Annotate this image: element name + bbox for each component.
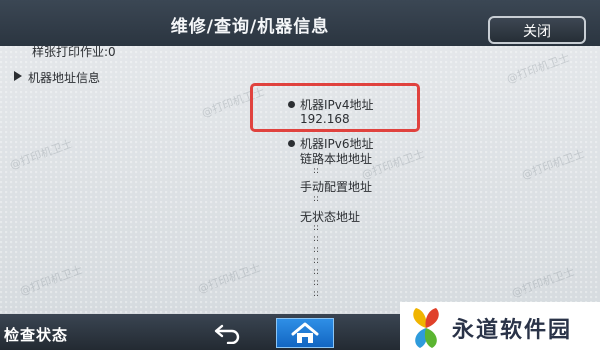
- watermark: @打印机卫士: [519, 147, 587, 182]
- bullet-icon: [288, 101, 295, 108]
- close-button[interactable]: 关闭: [488, 16, 586, 44]
- bullet-icon: [288, 140, 295, 147]
- back-button[interactable]: [208, 320, 252, 345]
- watermark: @打印机卫士: [504, 51, 572, 86]
- triangle-right-icon[interactable]: [14, 71, 22, 81]
- ipv6-separator: ::: [313, 166, 320, 176]
- printer-screen: 维修/查询/机器信息 关闭 @打印机卫士 @打印机卫士 @打印机卫士 @打印机卫…: [0, 0, 600, 350]
- ipv6-separator: ::: [313, 245, 320, 255]
- sample-print-jobs: 样张打印作业:0: [32, 45, 116, 59]
- ipv6-separator: ::: [313, 194, 320, 204]
- watermark: @打印机卫士: [17, 263, 85, 298]
- ipv6-separator: ::: [313, 223, 320, 233]
- ipv6-separator: ::: [313, 278, 320, 288]
- machine-address-section[interactable]: 机器地址信息: [28, 69, 100, 86]
- home-button[interactable]: [276, 318, 334, 348]
- ipv6-link-local-label: 链路本地地址: [300, 152, 373, 166]
- ipv6-stateless-label: 无状态地址: [300, 210, 361, 224]
- check-status-button[interactable]: 检查状态: [4, 324, 68, 345]
- info-panel[interactable]: @打印机卫士 @打印机卫士 @打印机卫士 @打印机卫士 @打印机卫士 @打印机卫…: [0, 45, 600, 314]
- watermark: @打印机卫士: [195, 261, 263, 296]
- ipv6-manual-label: 手动配置地址: [300, 180, 373, 194]
- ipv6-separator: ::: [313, 267, 320, 277]
- watermark: @打印机卫士: [509, 265, 577, 300]
- ipv6-separator: ::: [313, 256, 320, 266]
- ipv4-label: 机器IPv4地址: [300, 98, 374, 112]
- back-arrow-icon: [214, 324, 240, 345]
- logo-mark-icon: [413, 308, 439, 348]
- page-title: 维修/查询/机器信息: [170, 17, 330, 37]
- header-bar: 维修/查询/机器信息 关闭: [0, 0, 600, 47]
- site-logo: 永道软件园: [400, 302, 600, 350]
- logo-text: 永道软件园: [452, 318, 573, 343]
- ipv6-separator: ::: [313, 234, 320, 244]
- home-icon: [291, 322, 319, 343]
- watermark: @打印机卫士: [7, 137, 75, 172]
- ipv4-value: 192.168: [300, 112, 350, 126]
- ipv6-separator: ::: [313, 289, 320, 299]
